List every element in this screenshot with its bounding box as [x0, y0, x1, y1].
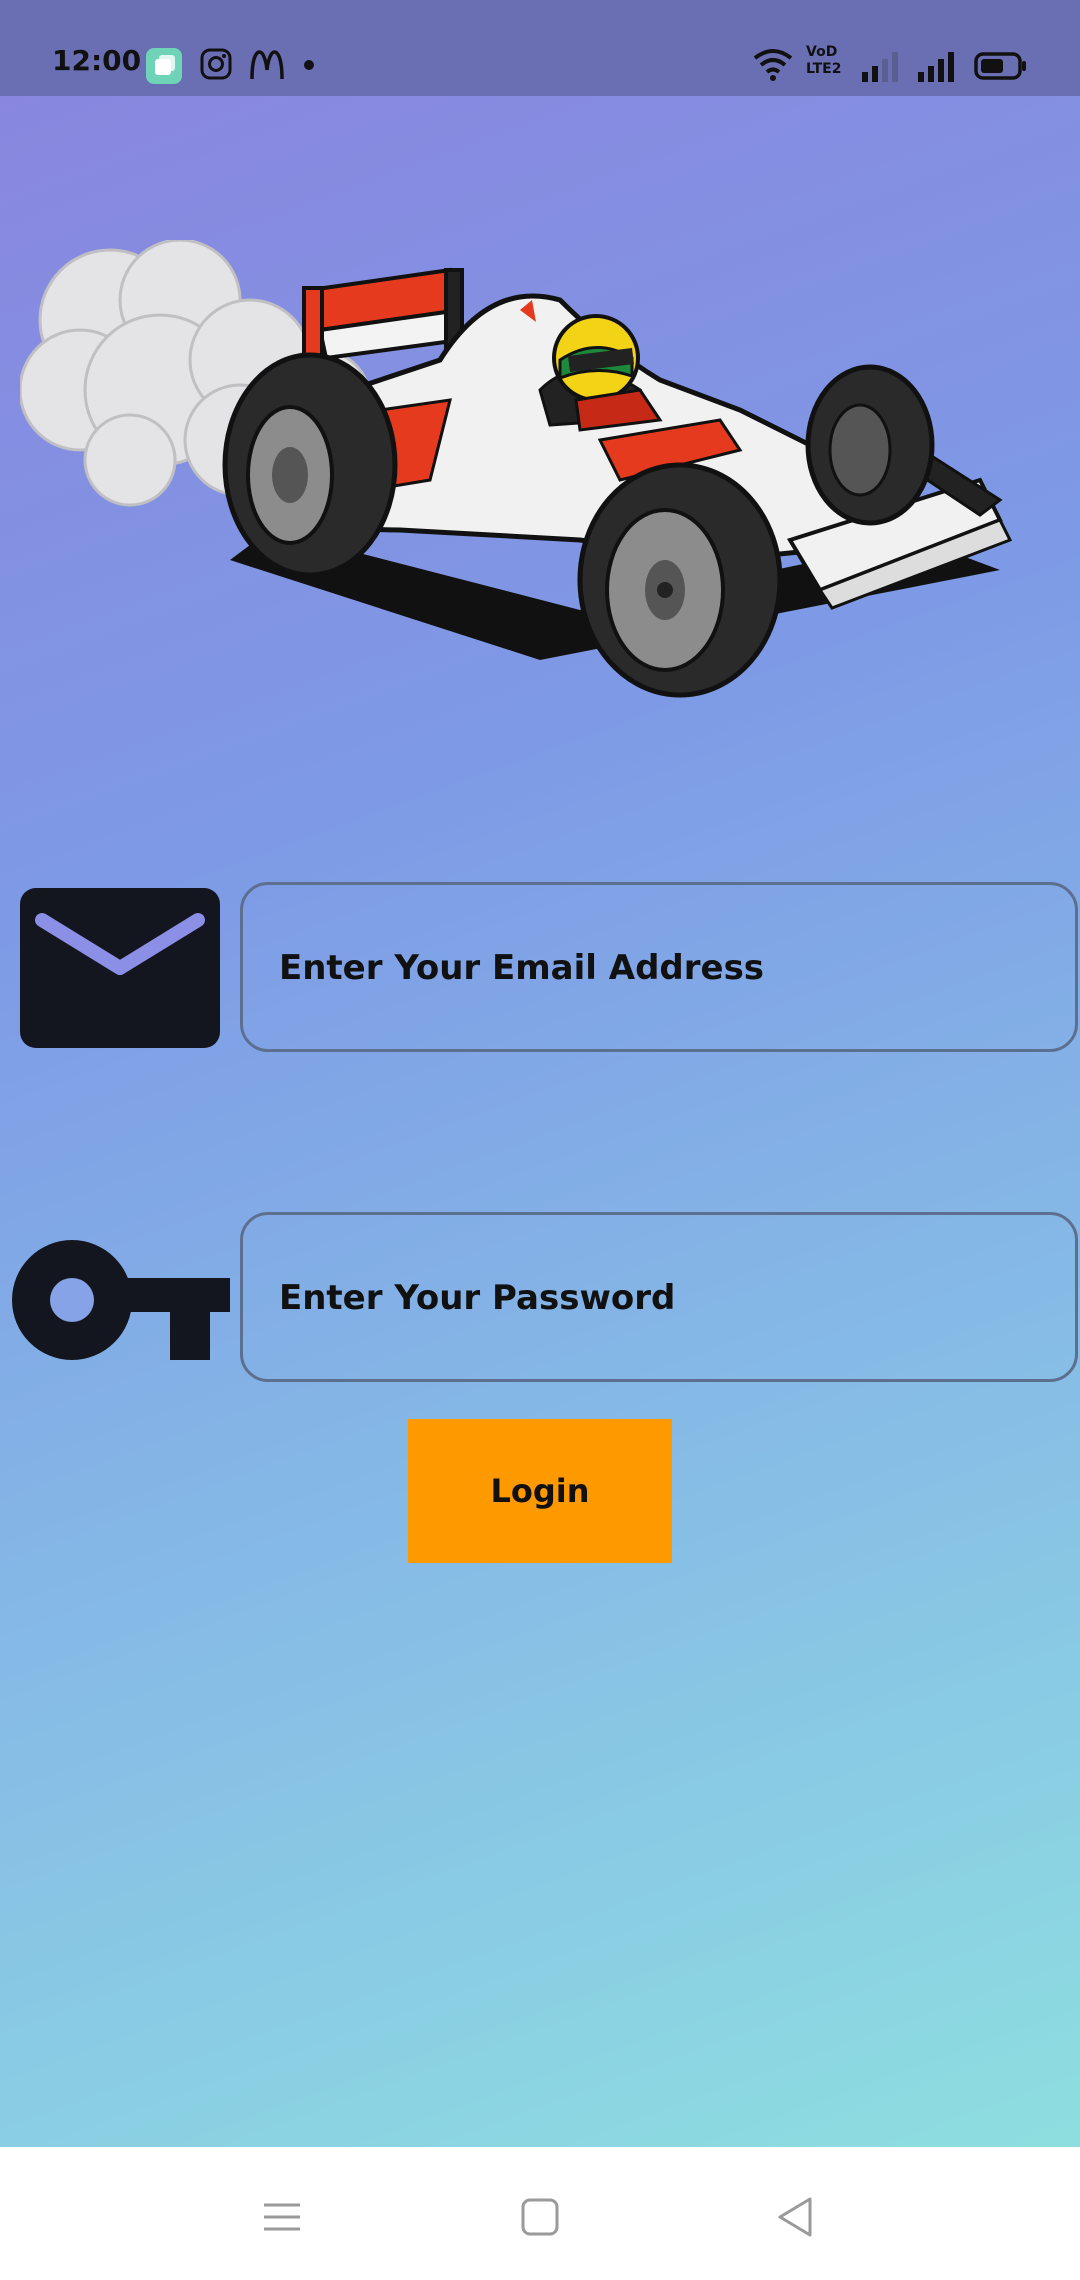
home-icon[interactable]	[510, 2187, 570, 2247]
volte-icon: VoD LTE2	[806, 44, 846, 78]
status-bar: 12:00 VoD LTE2	[0, 0, 1080, 96]
login-button[interactable]: Login	[408, 1419, 672, 1563]
email-field[interactable]	[277, 885, 1061, 1051]
envelope-icon	[20, 888, 220, 1048]
back-icon[interactable]	[766, 2187, 826, 2247]
email-field-box	[240, 882, 1078, 1052]
status-time: 12:00	[52, 44, 142, 77]
wifi-icon	[753, 49, 793, 81]
mcdonalds-icon	[250, 50, 284, 80]
volte-label: VoD LTE2	[806, 44, 842, 77]
app-notification-icon	[146, 48, 182, 84]
signal-icon	[918, 52, 954, 82]
instagram-icon	[200, 48, 232, 80]
key-icon	[12, 1240, 230, 1360]
menu-icon[interactable]	[252, 2187, 312, 2247]
navigation-bar	[0, 2147, 1080, 2280]
password-field-box	[240, 1212, 1078, 1382]
front-wheel-far	[805, 364, 935, 526]
login-screen: 12:00 VoD LTE2 Enter Your Email Address …	[0, 0, 1080, 2280]
race-car-illustration	[20, 240, 1013, 698]
signal-icon	[862, 52, 898, 82]
rear-wheel	[222, 352, 398, 578]
dot-icon	[304, 60, 314, 70]
battery-icon	[974, 52, 1026, 80]
password-field[interactable]	[277, 1215, 1061, 1381]
front-wheel-near	[577, 462, 783, 698]
